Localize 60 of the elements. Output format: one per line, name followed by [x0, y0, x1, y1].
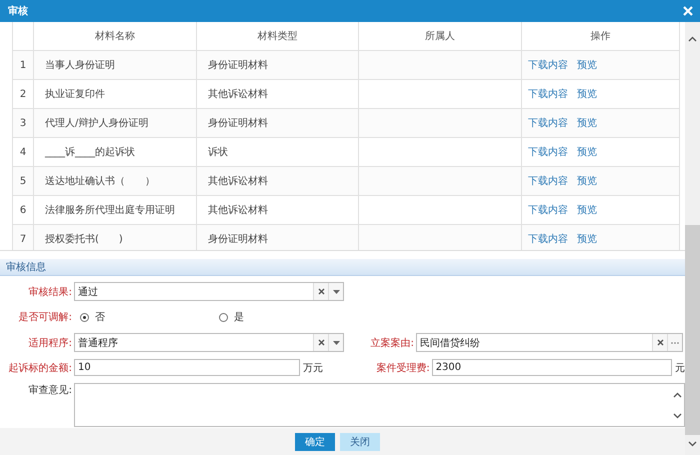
action-link[interactable]: 下载内容	[528, 176, 568, 187]
action-link[interactable]: 预览	[577, 234, 597, 245]
amount-input[interactable]: 10	[74, 359, 300, 376]
scrollbar-thumb[interactable]	[685, 225, 700, 435]
field-label: 是否可调解:	[18, 311, 73, 324]
clear-icon[interactable]	[318, 339, 324, 346]
case-cause-select[interactable]: 民间借贷纠纷	[416, 333, 683, 352]
action-link[interactable]: 预览	[577, 147, 597, 158]
table-cell: 当事人身份证明	[34, 50, 196, 80]
clear-icon[interactable]	[656, 339, 664, 346]
scrollbar[interactable]	[685, 22, 700, 455]
review-result-select[interactable]: 通过	[74, 282, 344, 301]
action-link[interactable]: 下载内容	[528, 205, 568, 216]
field-label: 审核结果:	[28, 286, 73, 298]
fee-input[interactable]: 2300	[432, 359, 672, 376]
table-cell: 授权委托书( )	[34, 224, 196, 250]
clear-icon[interactable]	[318, 288, 324, 295]
procedure-select[interactable]: 普通程序	[74, 333, 344, 352]
action-link[interactable]: 下载内容	[528, 89, 568, 100]
field-label: 起诉标的金额:	[8, 362, 73, 374]
unit-label: 元	[674, 362, 685, 374]
caret-icon[interactable]	[332, 340, 340, 344]
action-link[interactable]: 预览	[577, 118, 597, 129]
row-number: 5	[12, 166, 34, 196]
table-cell: 其他诉讼材料	[196, 166, 358, 196]
action-link[interactable]: 预览	[577, 89, 597, 100]
unit-label: 万元	[302, 362, 324, 374]
field-label: 适用程序:	[28, 336, 73, 350]
table-cell: 身份证明材料	[196, 50, 358, 80]
action-link[interactable]: 预览	[577, 176, 597, 187]
scroll-up-icon[interactable]	[688, 36, 697, 42]
section-title: 审核信息	[6, 260, 46, 274]
radio-option[interactable]: 否	[74, 310, 213, 324]
table-cell: 身份证明材料	[196, 108, 358, 138]
action-link[interactable]: 预览	[577, 205, 597, 216]
field-label: 立案案由:	[370, 336, 415, 350]
radio-option[interactable]: 是	[213, 310, 352, 324]
row-number: 1	[12, 50, 34, 80]
action-link[interactable]: 下载内容	[528, 60, 568, 71]
scroll-up-icon[interactable]	[672, 392, 682, 398]
row-number: 7	[12, 224, 34, 250]
close-icon[interactable]	[683, 6, 693, 16]
action-link[interactable]: 下载内容	[528, 234, 568, 245]
scroll-down-icon[interactable]	[672, 412, 682, 418]
action-link[interactable]: 预览	[577, 60, 597, 71]
radio-button[interactable]	[80, 312, 89, 322]
window-title: 审核	[8, 4, 28, 18]
table-cell: 代理人/辩护人身份证明	[34, 108, 196, 138]
scroll-down-icon[interactable]	[688, 441, 697, 447]
field-label: 案件受理费:	[375, 362, 431, 374]
dialog-button[interactable]: 确定	[295, 432, 335, 450]
action-link[interactable]: 下载内容	[528, 118, 568, 129]
table-cell: 送达地址确认书（ ）	[34, 166, 196, 196]
field-label: 审查意见:	[28, 384, 73, 397]
caret-icon[interactable]	[332, 290, 340, 294]
radio-button[interactable]	[219, 312, 228, 322]
dialog-button[interactable]: 关闭	[340, 432, 380, 450]
table-cell: 身份证明材料	[196, 224, 358, 250]
row-number: 3	[12, 108, 34, 138]
action-link[interactable]: 下载内容	[528, 147, 568, 158]
